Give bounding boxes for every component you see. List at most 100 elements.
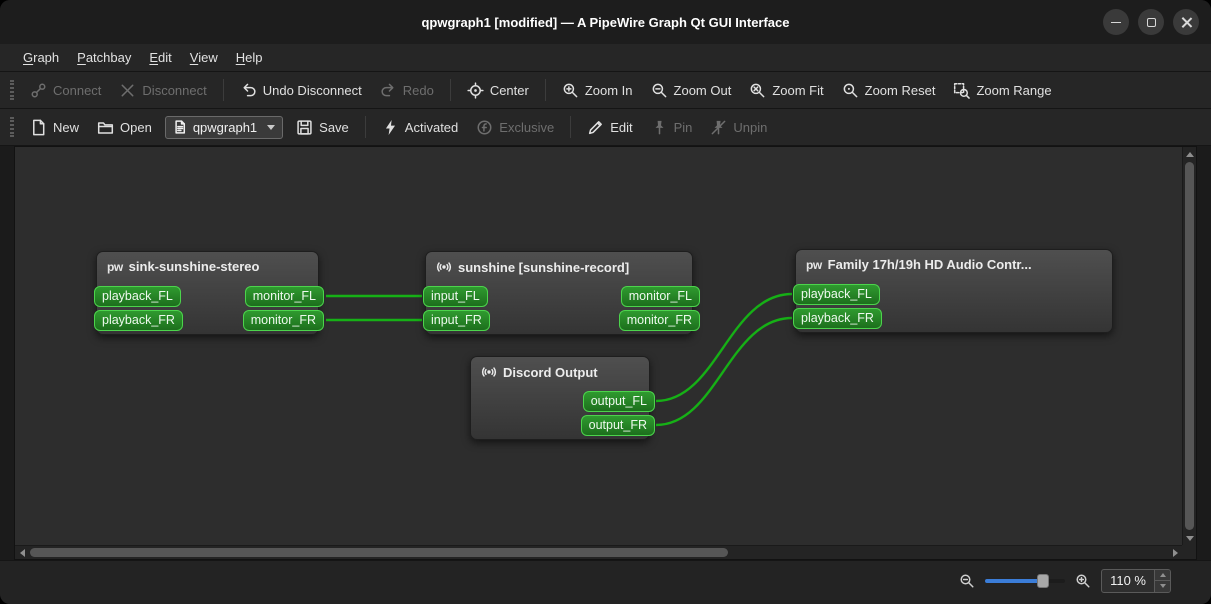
audio-output-port[interactable]: monitor_FR <box>242 310 324 331</box>
toolbar-separator <box>544 79 546 101</box>
zoom-slider-handle[interactable] <box>1036 573 1049 588</box>
new-file-icon <box>30 119 47 136</box>
zoom-increment-button[interactable] <box>1155 569 1170 580</box>
node-title: pw sink-sunshine-stereo <box>107 259 260 274</box>
minimize-button[interactable] <box>1103 9 1129 35</box>
open-button[interactable]: Open <box>88 114 161 141</box>
center-icon <box>467 82 484 99</box>
pipewire-icon: pw <box>806 257 822 272</box>
arrow-up-icon <box>1186 151 1194 157</box>
toolbar-drag-handle[interactable] <box>10 117 14 137</box>
zoom-in-button[interactable]: Zoom In <box>553 77 642 104</box>
audio-input-port[interactable]: playback_FR <box>94 310 183 331</box>
node-sunshine-record[interactable]: sunshine [sunshine-record] input_FL inpu… <box>423 251 700 335</box>
toolbar-file: New Open qpwgraph1 Save Activated Exclus… <box>0 109 1211 146</box>
zoom-out-icon[interactable] <box>959 573 975 589</box>
disconnect-button[interactable]: Disconnect <box>110 77 215 104</box>
menu-help[interactable]: Help <box>227 46 272 69</box>
activated-button[interactable]: Activated <box>373 114 467 141</box>
lightning-icon <box>385 119 395 135</box>
zoom-out-icon <box>651 82 668 99</box>
undo-icon <box>240 82 257 99</box>
audio-output-port[interactable]: monitor_FL <box>244 286 324 307</box>
menu-patchbay[interactable]: Patchbay <box>68 46 140 69</box>
audio-input-port[interactable]: input_FL <box>423 286 488 307</box>
zoom-slider[interactable] <box>985 573 1066 588</box>
close-icon <box>1181 17 1192 28</box>
zoom-slider-fill <box>985 578 1043 583</box>
pin-button[interactable]: Pin <box>642 114 702 141</box>
vertical-scrollbar[interactable] <box>1182 147 1196 545</box>
audio-output-port[interactable]: output_FR <box>580 415 655 436</box>
arrow-right-icon <box>1172 549 1178 557</box>
node-discord-output[interactable]: Discord Output output_FL output_FR <box>470 356 655 440</box>
zoom-range-icon <box>953 82 970 99</box>
node-sink-sunshine-stereo[interactable]: pw sink-sunshine-stereo playback_FL play… <box>94 251 324 335</box>
menu-graph[interactable]: Graph <box>14 46 68 69</box>
canvas-row: pw sink-sunshine-stereo playback_FL play… <box>0 146 1211 560</box>
session-combobox[interactable]: qpwgraph1 <box>164 115 284 139</box>
horizontal-scroll-handle[interactable] <box>30 548 728 557</box>
undo-disconnect-button[interactable]: Undo Disconnect <box>231 77 371 104</box>
maximize-button[interactable] <box>1138 9 1164 35</box>
session-file-icon <box>173 120 187 134</box>
audio-input-port[interactable]: playback_FR <box>793 308 882 329</box>
node-family-hd-audio[interactable]: pw Family 17h/19h HD Audio Contr... play… <box>793 249 1113 333</box>
new-button[interactable]: New <box>21 114 88 141</box>
audio-output-port[interactable]: output_FL <box>582 391 655 412</box>
redo-button[interactable]: Redo <box>371 77 443 104</box>
audio-input-port[interactable]: playback_FL <box>793 284 880 305</box>
audio-output-port[interactable]: monitor_FL <box>620 286 700 307</box>
toolbar-graph: Connect Disconnect Undo Disconnect Redo … <box>0 72 1211 109</box>
exclusive-button[interactable]: Exclusive <box>467 114 563 141</box>
audio-input-port[interactable]: input_FR <box>423 310 490 331</box>
audio-output-port[interactable]: monitor_FR <box>618 310 700 331</box>
graph-canvas[interactable]: pw sink-sunshine-stereo playback_FL play… <box>14 146 1197 560</box>
zoom-value[interactable]: 110 % <box>1102 570 1154 592</box>
horizontal-scrollbar[interactable] <box>15 545 1182 559</box>
menu-edit[interactable]: Edit <box>140 46 180 69</box>
toolbar-separator <box>570 116 572 138</box>
maximize-icon <box>1146 17 1156 27</box>
zoom-range-button[interactable]: Zoom Range <box>944 77 1060 104</box>
zoom-reset-button[interactable]: Zoom Reset <box>833 77 945 104</box>
zoom-reset-icon <box>842 82 859 99</box>
zoom-fit-button[interactable]: Zoom Fit <box>740 77 832 104</box>
zoom-fit-icon <box>749 82 766 99</box>
scroll-down-button[interactable] <box>1183 531 1196 545</box>
toolbar-separator <box>364 116 366 138</box>
unpin-icon <box>710 119 727 136</box>
menu-view[interactable]: View <box>181 46 227 69</box>
edit-button[interactable]: Edit <box>578 114 641 141</box>
menubar: Graph Patchbay Edit View Help <box>0 44 1211 72</box>
unpin-button[interactable]: Unpin <box>701 114 776 141</box>
scroll-up-button[interactable] <box>1183 147 1196 161</box>
save-button[interactable]: Save <box>287 114 358 141</box>
center-button[interactable]: Center <box>458 77 538 104</box>
zoom-decrement-button[interactable] <box>1155 580 1170 592</box>
node-title: Discord Output <box>471 357 649 384</box>
zoom-in-icon[interactable] <box>1075 573 1091 589</box>
vertical-scroll-handle[interactable] <box>1185 162 1194 530</box>
zoom-spinbox[interactable]: 110 % <box>1101 568 1171 593</box>
toolbar-separator <box>449 79 451 101</box>
connect-button[interactable]: Connect <box>21 77 110 104</box>
connect-icon <box>30 82 47 99</box>
toolbar-drag-handle[interactable] <box>10 80 14 100</box>
chevron-down-icon <box>267 124 276 130</box>
scrollbar-corner <box>1182 545 1196 559</box>
scroll-left-button[interactable] <box>15 546 29 559</box>
arrow-down-icon <box>1159 584 1166 589</box>
connections-layer <box>325 292 793 427</box>
audio-input-port[interactable]: playback_FL <box>94 286 181 307</box>
session-name: qpwgraph1 <box>192 119 258 135</box>
app-window: qpwgraph1 [modified] — A PipeWire Graph … <box>0 0 1211 604</box>
close-button[interactable] <box>1173 9 1199 35</box>
window-controls <box>1103 9 1199 35</box>
minimize-icon <box>1111 21 1121 23</box>
exclusive-icon <box>476 119 493 136</box>
scroll-right-button[interactable] <box>1168 546 1182 559</box>
zoom-out-button[interactable]: Zoom Out <box>642 77 741 104</box>
arrow-up-icon <box>1159 572 1166 577</box>
zoom-spin-buttons <box>1154 569 1170 592</box>
